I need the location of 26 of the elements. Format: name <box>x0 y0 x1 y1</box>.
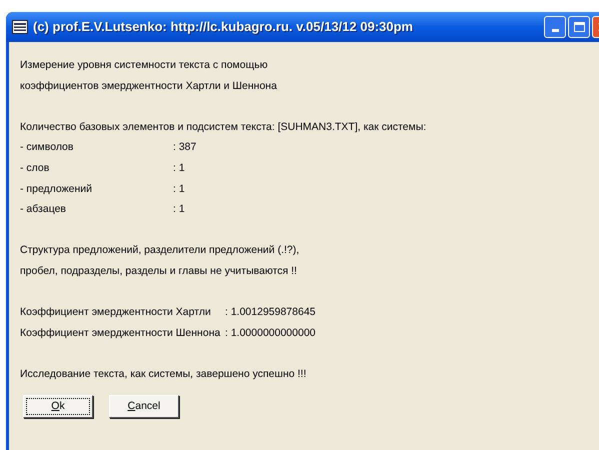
intro-text: Измерение уровня системности текста с помощью <box>20 58 268 73</box>
note-text: Структура предложений, разделители предложений (.!?), <box>20 243 300 258</box>
stat-label: - абзацев <box>20 203 66 216</box>
counts-heading: Количество базовых элементов и подсистем текста: [SUHMAN3.TXT], как системы: <box>20 120 426 135</box>
app-icon <box>12 20 28 34</box>
stat-value: : 1.0000000000000 <box>225 326 316 341</box>
stat-value: : 1 <box>173 182 185 197</box>
maximize-icon <box>574 22 584 32</box>
maximize-button[interactable] <box>568 16 590 38</box>
note-text: пробел, подразделы, разделы и главы не учитываются !! <box>20 264 297 279</box>
cancel-button[interactable]: Cancel <box>109 394 179 418</box>
stat-label: - слов <box>20 162 50 174</box>
minimize-button[interactable] <box>544 16 566 38</box>
stat-label: - символов <box>20 141 74 154</box>
result-message: Исследование текста, как системы, завершено успешно !!! <box>20 366 306 382</box>
stat-label: Коэффициент эмерджентности Хартли <box>20 306 211 318</box>
minimize-icon <box>552 29 558 32</box>
ok-button[interactable]: Ok <box>23 394 93 418</box>
window-title: (c) prof.E.V.Lutsenko: http://lc.kubagro.ru. v.05/13/12 09:30pm <box>33 18 413 36</box>
stat-value: : 1 <box>173 160 185 176</box>
stat-label: - предложений <box>20 182 92 195</box>
stat-value: : 387 <box>173 140 196 156</box>
stat-label: Коэффициент эмерджентности Шеннона <box>20 326 220 339</box>
stat-value: : 1.0012959878645 <box>225 305 316 320</box>
stat-value: : 1 <box>173 202 185 218</box>
intro-text: коэффициентов эмерджентности Хартли и Шеннона <box>20 78 277 94</box>
